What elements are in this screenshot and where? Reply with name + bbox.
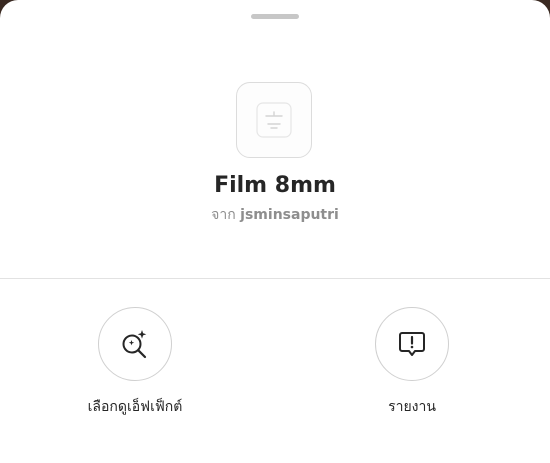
browse-effects-circle[interactable] [98,307,172,381]
author-name[interactable]: jsminsaputri [240,207,339,223]
effect-title: Film 8mm [214,173,336,198]
browse-effects-icon [122,330,147,359]
browse-effects-label: เลือกดูเอ็ฟเฟ็กต์ [87,399,183,415]
effect-author: จาก jsminsaputri [0,204,550,226]
divider [0,278,550,279]
report-label: รายงาน [388,399,436,415]
browse-effects-button[interactable]: เลือกดูเอ็ฟเฟ็กต์ [60,307,210,418]
sheet-grabber[interactable] [251,14,299,19]
author-prefix: จาก [211,207,236,223]
report-icon [399,332,425,356]
effect-thumbnail [236,82,312,158]
bottom-sheet: Film 8mm จาก jsminsaputri เลือกดูเอ็ฟเฟ็… [0,0,550,463]
report-button[interactable]: รายงาน [337,307,487,418]
report-circle[interactable] [375,307,449,381]
film-effect-icon [256,102,292,138]
